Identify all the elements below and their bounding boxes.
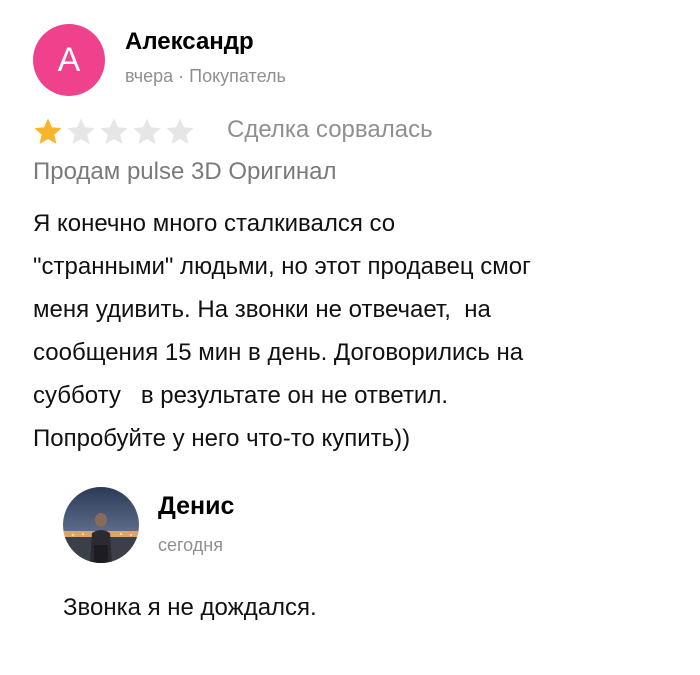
review-card: А Александр вчера · Покупатель Сделка со… xyxy=(0,0,700,675)
reply-avatar[interactable] xyxy=(63,487,139,563)
reply-text: Звонка я не дождался. xyxy=(63,594,317,621)
review-text-line: меня удивить. На звонки не отвечает, на xyxy=(33,296,491,323)
deal-status: Сделка сорвалась xyxy=(227,116,433,143)
review-text-line: сообщения 15 мин в день. Договорились на xyxy=(33,339,524,366)
reply-author-name[interactable]: Денис xyxy=(158,492,234,521)
review-text: Я конечно много сталкивался со "странным… xyxy=(33,202,678,460)
review-text-line: субботу в результате он не ответил. xyxy=(33,382,449,409)
review-meta: вчера · Покупатель xyxy=(125,66,286,86)
reply-date: сегодня xyxy=(158,535,223,555)
avatar-initial: А xyxy=(57,40,81,79)
star-empty-icon xyxy=(132,117,162,145)
star-empty-icon xyxy=(66,117,96,145)
review-text-line: Я конечно много сталкивался со xyxy=(33,210,396,237)
avatar[interactable]: А xyxy=(33,24,105,96)
product-title[interactable]: Продам pulse 3D Оригинал xyxy=(33,158,337,186)
user-photo xyxy=(63,487,139,563)
author-name[interactable]: Александр xyxy=(125,28,254,56)
review-text-line: "странными" людьми, но этот продавец смо… xyxy=(33,253,531,280)
star-filled-icon xyxy=(33,117,63,145)
star-empty-icon xyxy=(165,117,195,145)
star-rating xyxy=(33,117,195,145)
review-text-line: Попробуйте у него что-то купить)) xyxy=(33,425,411,452)
star-empty-icon xyxy=(99,117,129,145)
